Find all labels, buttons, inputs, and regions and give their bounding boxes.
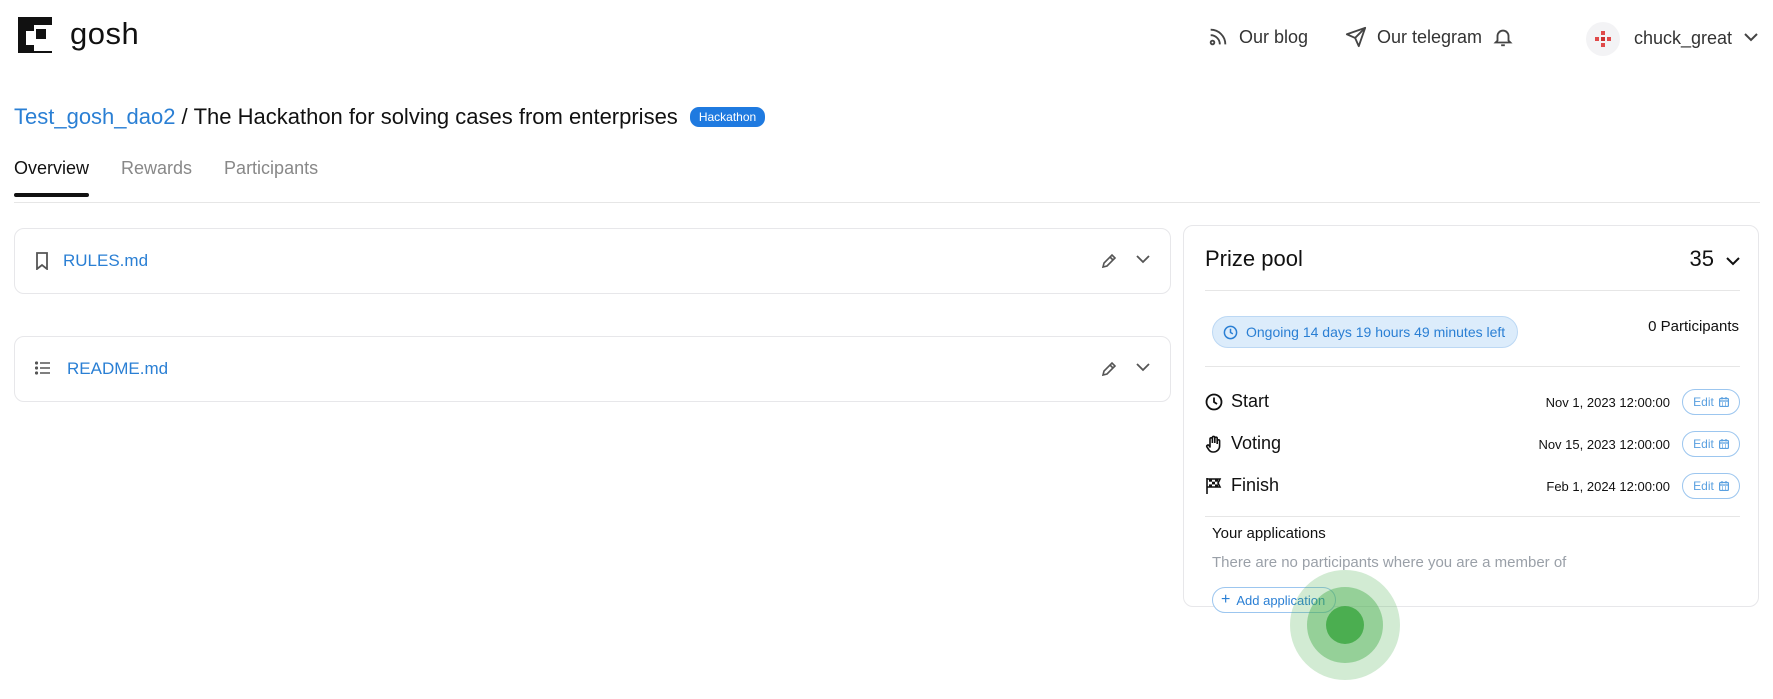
chevron-down-icon[interactable] — [1136, 362, 1150, 372]
chevron-down-icon[interactable] — [1726, 256, 1740, 266]
tab-rewards[interactable]: Rewards — [121, 158, 192, 197]
calendar-icon — [1718, 439, 1729, 449]
prize-pool-title: Prize pool — [1205, 246, 1303, 271]
readme-file-link[interactable]: README.md — [67, 359, 168, 379]
stage-name: Start — [1231, 391, 1270, 411]
send-icon — [1345, 26, 1367, 48]
clock-icon — [1223, 325, 1238, 339]
blog-link[interactable]: Our blog — [1207, 26, 1308, 48]
title-separator: / — [181, 104, 188, 129]
flag-icon — [1206, 478, 1222, 494]
gosh-logo-icon[interactable] — [14, 15, 54, 55]
divider — [1205, 366, 1740, 367]
edit-finish-button[interactable]: Edit — [1682, 473, 1740, 499]
notifications-bell-icon[interactable] — [1492, 26, 1514, 48]
bookmark-icon — [36, 252, 48, 270]
stage-voting: Voting Nov 15, 2023 12:00:00 Edit — [1205, 429, 1740, 459]
edit-label: Edit — [1693, 395, 1714, 409]
tabs-divider — [14, 202, 1760, 203]
blog-label: Our blog — [1239, 26, 1309, 47]
page-title: Test_gosh_dao2 / The Hackathon for solvi… — [14, 104, 766, 130]
pencil-icon[interactable] — [1100, 252, 1118, 270]
stage-finish: Finish Feb 1, 2024 12:00:00 Edit — [1205, 471, 1740, 501]
divider — [1205, 290, 1740, 291]
readme-file-card[interactable]: README.md — [14, 336, 1171, 402]
divider — [1205, 516, 1740, 517]
rules-file-card[interactable]: RULES.md — [14, 228, 1171, 294]
edit-label: Edit — [1693, 437, 1714, 451]
click-indicator-dot — [1326, 606, 1364, 644]
event-type-badge: Hackathon — [689, 107, 766, 127]
avatar-pixel-icon — [1595, 31, 1611, 47]
dao-link[interactable]: Test_gosh_dao2 — [14, 104, 175, 130]
edit-label: Edit — [1693, 479, 1714, 493]
top-header: gosh Our blog Our telegram chuck_great — [0, 0, 1773, 76]
telegram-label: Our telegram — [1377, 26, 1483, 47]
tab-participants[interactable]: Participants — [224, 158, 318, 197]
logo-text[interactable]: gosh — [70, 16, 139, 52]
list-icon — [35, 361, 50, 375]
stage-date: Nov 15, 2023 12:00:00 — [1538, 437, 1670, 452]
stage-name: Finish — [1231, 475, 1280, 495]
stage-date: Nov 1, 2023 12:00:00 — [1545, 395, 1670, 410]
calendar-icon — [1718, 397, 1729, 407]
prize-pool-value[interactable]: 35 — [1690, 246, 1714, 272]
blog-icon — [1209, 28, 1227, 46]
pencil-icon[interactable] — [1100, 360, 1118, 378]
telegram-link[interactable]: Our telegram — [1345, 26, 1482, 48]
applications-empty-text: There are no participants where you are … — [1212, 554, 1567, 571]
stage-start: Start Nov 1, 2023 12:00:00 Edit — [1205, 387, 1740, 417]
hand-icon — [1206, 435, 1221, 453]
chevron-down-icon[interactable] — [1744, 32, 1758, 42]
event-title: The Hackathon for solving cases from ent… — [193, 104, 678, 129]
rules-file-link[interactable]: RULES.md — [63, 251, 148, 271]
clock-icon — [1205, 393, 1223, 411]
stage-date: Feb 1, 2024 12:00:00 — [1546, 479, 1670, 494]
status-badge: Ongoing 14 days 19 hours 49 minutes left — [1212, 316, 1519, 348]
edit-start-button[interactable]: Edit — [1682, 389, 1740, 415]
applications-heading: Your applications — [1212, 525, 1326, 542]
chevron-down-icon[interactable] — [1136, 254, 1150, 264]
user-avatar[interactable] — [1586, 22, 1620, 56]
plus-icon: + — [1221, 591, 1231, 608]
tab-overview[interactable]: Overview — [14, 158, 90, 197]
participants-count: 0 Participants — [1648, 318, 1739, 335]
username-label[interactable]: chuck_great — [1634, 28, 1732, 49]
status-text: Ongoing 14 days 19 hours 49 minutes left — [1246, 324, 1506, 340]
stage-name: Voting — [1231, 433, 1282, 453]
tab-bar: Overview Rewards Participants — [14, 158, 350, 197]
edit-voting-button[interactable]: Edit — [1682, 431, 1740, 457]
calendar-icon — [1718, 481, 1729, 491]
prize-pool-panel: Prize pool 35 Ongoing 14 days 19 hours 4… — [1183, 225, 1759, 613]
